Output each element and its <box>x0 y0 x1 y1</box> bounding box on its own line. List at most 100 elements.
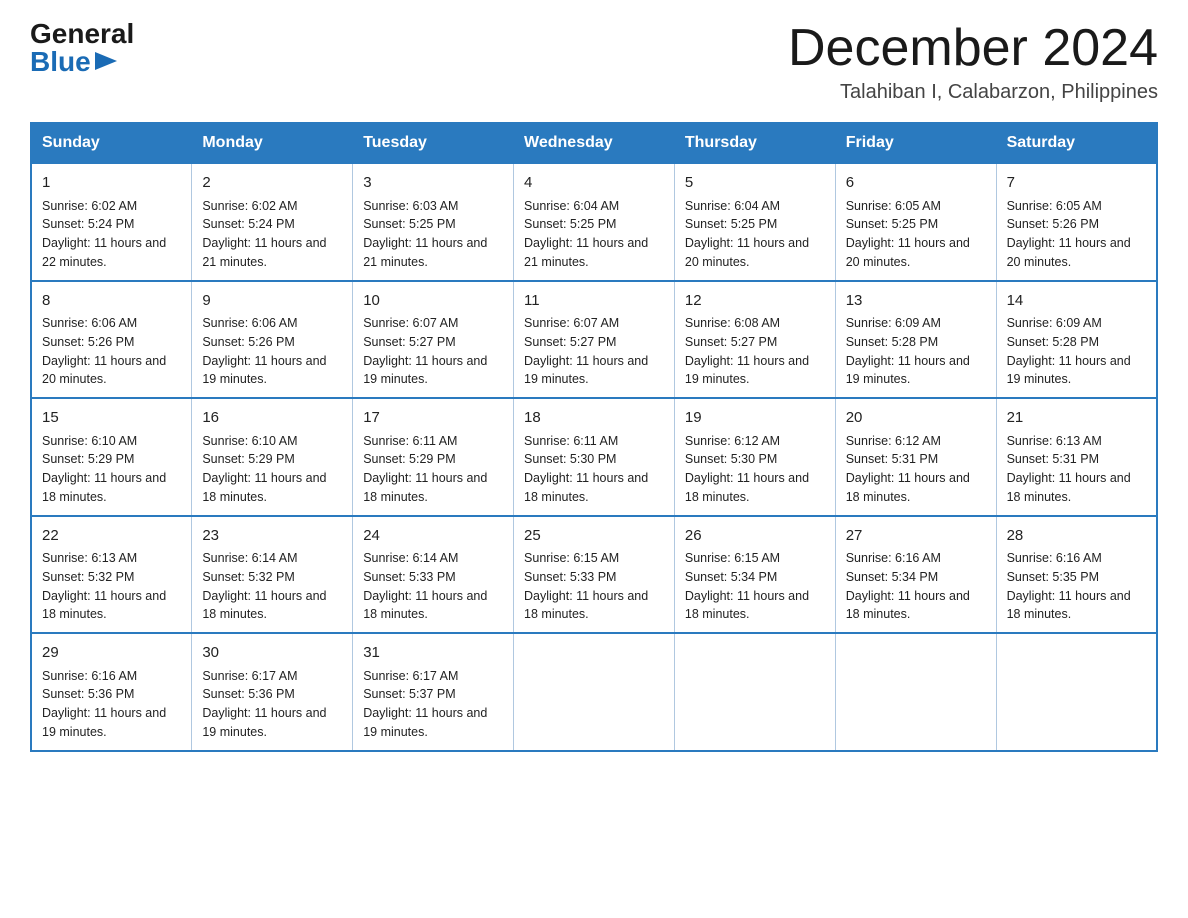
calendar-cell: 28Sunrise: 6:16 AMSunset: 5:35 PMDayligh… <box>996 516 1157 634</box>
weekday-header-monday: Monday <box>192 123 353 163</box>
calendar-cell: 13Sunrise: 6:09 AMSunset: 5:28 PMDayligh… <box>835 281 996 399</box>
calendar-cell: 11Sunrise: 6:07 AMSunset: 5:27 PMDayligh… <box>514 281 675 399</box>
day-info: Sunrise: 6:15 AMSunset: 5:34 PMDaylight:… <box>685 549 825 624</box>
day-info: Sunrise: 6:11 AMSunset: 5:29 PMDaylight:… <box>363 432 503 507</box>
calendar-cell: 7Sunrise: 6:05 AMSunset: 5:26 PMDaylight… <box>996 163 1157 281</box>
calendar-cell: 10Sunrise: 6:07 AMSunset: 5:27 PMDayligh… <box>353 281 514 399</box>
day-number: 9 <box>202 290 342 313</box>
day-info: Sunrise: 6:05 AMSunset: 5:25 PMDaylight:… <box>846 197 986 272</box>
day-number: 31 <box>363 642 503 665</box>
day-number: 12 <box>685 290 825 313</box>
calendar-cell: 16Sunrise: 6:10 AMSunset: 5:29 PMDayligh… <box>192 398 353 516</box>
day-info: Sunrise: 6:14 AMSunset: 5:33 PMDaylight:… <box>363 549 503 624</box>
day-info: Sunrise: 6:15 AMSunset: 5:33 PMDaylight:… <box>524 549 664 624</box>
calendar-cell: 24Sunrise: 6:14 AMSunset: 5:33 PMDayligh… <box>353 516 514 634</box>
day-number: 28 <box>1007 525 1146 548</box>
day-info: Sunrise: 6:17 AMSunset: 5:37 PMDaylight:… <box>363 667 503 742</box>
weekday-header-friday: Friday <box>835 123 996 163</box>
day-info: Sunrise: 6:04 AMSunset: 5:25 PMDaylight:… <box>685 197 825 272</box>
day-number: 8 <box>42 290 181 313</box>
day-number: 20 <box>846 407 986 430</box>
calendar-cell: 15Sunrise: 6:10 AMSunset: 5:29 PMDayligh… <box>31 398 192 516</box>
day-number: 7 <box>1007 172 1146 195</box>
day-number: 11 <box>524 290 664 313</box>
day-number: 30 <box>202 642 342 665</box>
day-number: 14 <box>1007 290 1146 313</box>
location-subtitle: Talahiban I, Calabarzon, Philippines <box>788 81 1158 104</box>
logo-blue-text: Blue <box>30 48 91 76</box>
day-info: Sunrise: 6:09 AMSunset: 5:28 PMDaylight:… <box>846 314 986 389</box>
weekday-header-thursday: Thursday <box>674 123 835 163</box>
logo-general-text: General <box>30 20 134 48</box>
day-number: 4 <box>524 172 664 195</box>
day-info: Sunrise: 6:10 AMSunset: 5:29 PMDaylight:… <box>202 432 342 507</box>
day-info: Sunrise: 6:07 AMSunset: 5:27 PMDaylight:… <box>524 314 664 389</box>
calendar-cell: 8Sunrise: 6:06 AMSunset: 5:26 PMDaylight… <box>31 281 192 399</box>
calendar-week-2: 8Sunrise: 6:06 AMSunset: 5:26 PMDaylight… <box>31 281 1157 399</box>
day-info: Sunrise: 6:16 AMSunset: 5:36 PMDaylight:… <box>42 667 181 742</box>
day-number: 29 <box>42 642 181 665</box>
day-info: Sunrise: 6:02 AMSunset: 5:24 PMDaylight:… <box>202 197 342 272</box>
day-number: 3 <box>363 172 503 195</box>
weekday-header-tuesday: Tuesday <box>353 123 514 163</box>
calendar-cell: 27Sunrise: 6:16 AMSunset: 5:34 PMDayligh… <box>835 516 996 634</box>
month-year-title: December 2024 <box>788 20 1158 77</box>
day-info: Sunrise: 6:16 AMSunset: 5:34 PMDaylight:… <box>846 549 986 624</box>
day-info: Sunrise: 6:17 AMSunset: 5:36 PMDaylight:… <box>202 667 342 742</box>
calendar-cell: 14Sunrise: 6:09 AMSunset: 5:28 PMDayligh… <box>996 281 1157 399</box>
calendar-cell <box>674 633 835 751</box>
calendar-cell: 20Sunrise: 6:12 AMSunset: 5:31 PMDayligh… <box>835 398 996 516</box>
day-number: 23 <box>202 525 342 548</box>
day-number: 5 <box>685 172 825 195</box>
calendar-week-3: 15Sunrise: 6:10 AMSunset: 5:29 PMDayligh… <box>31 398 1157 516</box>
calendar-cell: 26Sunrise: 6:15 AMSunset: 5:34 PMDayligh… <box>674 516 835 634</box>
calendar-cell: 25Sunrise: 6:15 AMSunset: 5:33 PMDayligh… <box>514 516 675 634</box>
day-number: 24 <box>363 525 503 548</box>
weekday-header-saturday: Saturday <box>996 123 1157 163</box>
day-number: 18 <box>524 407 664 430</box>
calendar-cell: 21Sunrise: 6:13 AMSunset: 5:31 PMDayligh… <box>996 398 1157 516</box>
calendar-cell: 3Sunrise: 6:03 AMSunset: 5:25 PMDaylight… <box>353 163 514 281</box>
day-number: 27 <box>846 525 986 548</box>
day-number: 13 <box>846 290 986 313</box>
day-info: Sunrise: 6:12 AMSunset: 5:30 PMDaylight:… <box>685 432 825 507</box>
day-info: Sunrise: 6:08 AMSunset: 5:27 PMDaylight:… <box>685 314 825 389</box>
day-number: 15 <box>42 407 181 430</box>
weekday-header-sunday: Sunday <box>31 123 192 163</box>
day-number: 2 <box>202 172 342 195</box>
page-header: General Blue December 2024 Talahiban I, … <box>30 20 1158 104</box>
calendar-cell: 17Sunrise: 6:11 AMSunset: 5:29 PMDayligh… <box>353 398 514 516</box>
title-block: December 2024 Talahiban I, Calabarzon, P… <box>788 20 1158 104</box>
calendar-cell: 2Sunrise: 6:02 AMSunset: 5:24 PMDaylight… <box>192 163 353 281</box>
calendar-cell: 22Sunrise: 6:13 AMSunset: 5:32 PMDayligh… <box>31 516 192 634</box>
day-info: Sunrise: 6:06 AMSunset: 5:26 PMDaylight:… <box>42 314 181 389</box>
calendar-cell: 5Sunrise: 6:04 AMSunset: 5:25 PMDaylight… <box>674 163 835 281</box>
calendar-cell <box>514 633 675 751</box>
day-info: Sunrise: 6:13 AMSunset: 5:32 PMDaylight:… <box>42 549 181 624</box>
calendar-cell: 6Sunrise: 6:05 AMSunset: 5:25 PMDaylight… <box>835 163 996 281</box>
logo-arrow-icon <box>95 52 117 70</box>
calendar-table: SundayMondayTuesdayWednesdayThursdayFrid… <box>30 122 1158 752</box>
logo: General Blue <box>30 20 134 76</box>
day-info: Sunrise: 6:14 AMSunset: 5:32 PMDaylight:… <box>202 549 342 624</box>
day-number: 16 <box>202 407 342 430</box>
calendar-cell: 12Sunrise: 6:08 AMSunset: 5:27 PMDayligh… <box>674 281 835 399</box>
calendar-cell: 9Sunrise: 6:06 AMSunset: 5:26 PMDaylight… <box>192 281 353 399</box>
day-number: 22 <box>42 525 181 548</box>
day-info: Sunrise: 6:12 AMSunset: 5:31 PMDaylight:… <box>846 432 986 507</box>
day-number: 10 <box>363 290 503 313</box>
calendar-cell <box>835 633 996 751</box>
calendar-cell <box>996 633 1157 751</box>
calendar-cell: 31Sunrise: 6:17 AMSunset: 5:37 PMDayligh… <box>353 633 514 751</box>
day-info: Sunrise: 6:10 AMSunset: 5:29 PMDaylight:… <box>42 432 181 507</box>
day-number: 25 <box>524 525 664 548</box>
day-info: Sunrise: 6:02 AMSunset: 5:24 PMDaylight:… <box>42 197 181 272</box>
weekday-header-wednesday: Wednesday <box>514 123 675 163</box>
day-info: Sunrise: 6:13 AMSunset: 5:31 PMDaylight:… <box>1007 432 1146 507</box>
day-info: Sunrise: 6:16 AMSunset: 5:35 PMDaylight:… <box>1007 549 1146 624</box>
calendar-week-1: 1Sunrise: 6:02 AMSunset: 5:24 PMDaylight… <box>31 163 1157 281</box>
calendar-week-5: 29Sunrise: 6:16 AMSunset: 5:36 PMDayligh… <box>31 633 1157 751</box>
calendar-cell: 23Sunrise: 6:14 AMSunset: 5:32 PMDayligh… <box>192 516 353 634</box>
calendar-week-4: 22Sunrise: 6:13 AMSunset: 5:32 PMDayligh… <box>31 516 1157 634</box>
day-number: 26 <box>685 525 825 548</box>
